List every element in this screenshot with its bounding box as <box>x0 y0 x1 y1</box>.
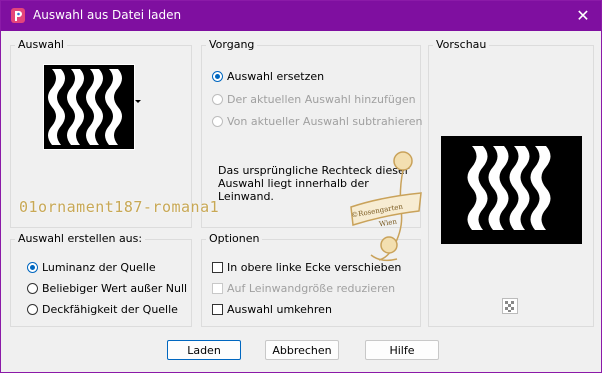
group-vorschau-legend: Vorschau <box>433 38 490 51</box>
paintshop-pro-icon <box>11 8 25 23</box>
radio-label: Auswahl ersetzen <box>227 70 325 83</box>
radio-label: Deckfähigkeit der Quelle <box>42 303 178 316</box>
radio-deckfaehigkeit[interactable]: Deckfähigkeit der Quelle <box>27 303 178 316</box>
transparency-checker-icon[interactable] <box>502 298 518 314</box>
radio-dot-icon <box>27 304 38 315</box>
radio-label: Der aktuellen Auswahl hinzufügen <box>227 93 416 106</box>
check-auswahl-umkehren[interactable]: Auswahl umkehren <box>212 303 332 316</box>
thumbnail-dropdown-arrow-icon[interactable] <box>135 100 141 103</box>
group-erstellen-legend: Auswahl erstellen aus: <box>15 232 146 245</box>
close-icon[interactable]: ✕ <box>571 4 595 28</box>
checkbox-box-icon <box>212 304 223 315</box>
group-auswahl-legend: Auswahl <box>15 38 67 51</box>
check-label: Auf Leinwandgröße reduzieren <box>227 282 396 295</box>
preview-canvas <box>441 136 582 244</box>
check-label: Auswahl umkehren <box>227 303 332 316</box>
group-vorschau: Vorschau <box>428 38 594 327</box>
ornament-waves-preview <box>44 65 134 149</box>
radio-dot-icon <box>212 71 223 82</box>
group-vorgang-legend: Vorgang <box>206 38 258 51</box>
group-optionen-legend: Optionen <box>206 232 263 245</box>
load-button[interactable]: Laden <box>167 340 241 360</box>
radio-label: Luminanz der Quelle <box>42 261 156 274</box>
help-button[interactable]: Hilfe <box>365 340 439 360</box>
radio-luminanz[interactable]: Luminanz der Quelle <box>27 261 156 274</box>
radio-dot-icon <box>27 262 38 273</box>
radio-label: Von aktueller Auswahl subtrahieren <box>227 115 423 128</box>
window-title: Auswahl aus Datei laden <box>33 8 182 22</box>
radio-dot-icon <box>212 94 223 105</box>
check-leinwandgroesse[interactable]: Auf Leinwandgröße reduzieren <box>212 282 395 295</box>
radio-label: Beliebiger Wert außer Null <box>42 282 188 295</box>
radio-beliebiger-wert[interactable]: Beliebiger Wert außer Null <box>27 282 187 295</box>
radio-auswahl-ersetzen[interactable]: Auswahl ersetzen <box>212 70 324 83</box>
checkbox-box-icon <box>212 283 223 294</box>
checkerboard-icon <box>505 301 514 312</box>
group-erstellen: Auswahl erstellen aus: Luminanz der Quel… <box>10 232 192 327</box>
preview-waves-image <box>467 146 551 230</box>
rose-watermark-stamp: ©Rosengarten Wien <box>341 147 425 267</box>
radio-dot-icon <box>212 116 223 127</box>
radio-dot-icon <box>27 283 38 294</box>
radio-auswahl-hinzufuegen[interactable]: Der aktuellen Auswahl hinzufügen <box>212 93 416 106</box>
watermark-text: 01ornament187-romana1 <box>19 198 220 216</box>
title-bar[interactable]: Auswahl aus Datei laden ✕ <box>1 1 601 31</box>
radio-auswahl-subtrahieren[interactable]: Von aktueller Auswahl subtrahieren <box>212 115 423 128</box>
selection-thumbnail[interactable] <box>43 64 135 150</box>
cancel-button[interactable]: Abbrechen <box>265 340 339 360</box>
dialog-window: Auswahl aus Datei laden ✕ Auswahl Vorgan… <box>0 0 602 373</box>
checkbox-box-icon <box>212 262 223 273</box>
